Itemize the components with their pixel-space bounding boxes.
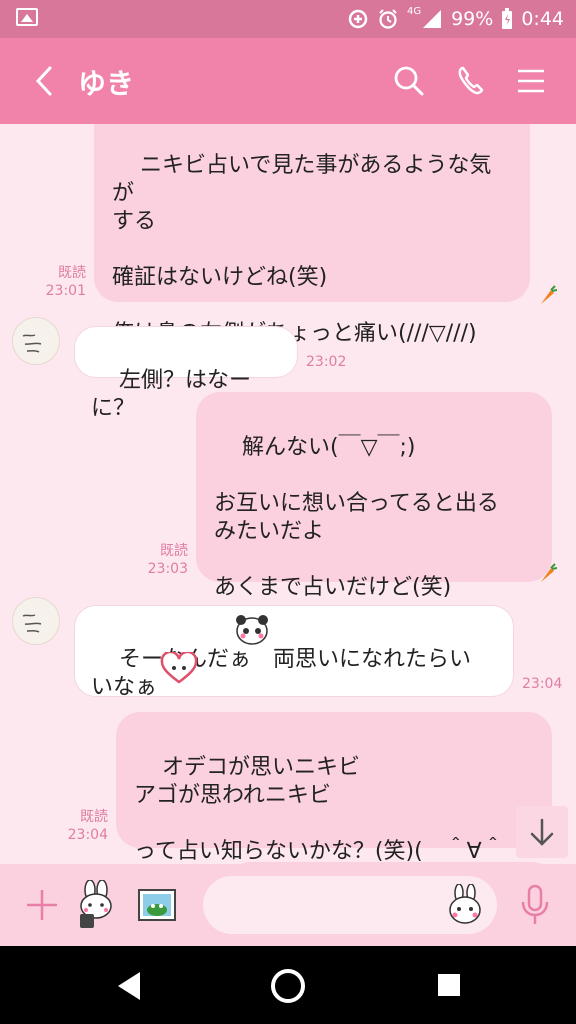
read-receipt: 既読 23:03 (142, 542, 188, 578)
phone-icon[interactable] (454, 64, 488, 98)
message-text: ニキビ占いで見た事があるような気が する 確証はないけどね(笑) 俺は鼻の左側が… (112, 153, 492, 346)
message-text: 解んない(￣▽￣;) お互いに想い合ってると出る みたいだよ あくまで占いだけど… (214, 435, 499, 600)
message-input[interactable] (203, 876, 497, 934)
chat-area[interactable]: ニキビ占いで見た事があるような気が する 確証はないけどね(笑) 俺は鼻の左側が… (0, 124, 576, 864)
read-label: 既読 (160, 543, 188, 559)
chat-header: ゆき (0, 38, 576, 124)
message-time: 23:02 (306, 354, 347, 370)
battery-icon (502, 8, 513, 29)
photo-icon[interactable] (137, 886, 177, 924)
chevron-left-icon[interactable] (30, 64, 60, 98)
plus-icon[interactable] (24, 887, 60, 923)
avatar[interactable] (12, 317, 60, 365)
arrow-down-icon (530, 818, 554, 846)
signal-icon (423, 10, 442, 28)
battery-percent: 99% (451, 8, 494, 30)
mic-icon[interactable] (520, 884, 550, 926)
read-receipt: 既読 23:04 (62, 808, 108, 844)
avatar-image (13, 598, 59, 644)
search-icon[interactable] (392, 64, 426, 98)
sticker-picker-icon[interactable] (445, 884, 485, 926)
rabbit-sticker-icon[interactable] (74, 880, 120, 930)
message-time: 23:03 (147, 561, 188, 577)
status-right: 4G 99% 0:44 (347, 6, 564, 32)
their-message-bubble[interactable]: そーなんだぁ 両思いになれたらい いなぁ (74, 605, 514, 700)
my-message-bubble[interactable]: オデコが思いニキビ アゴが思われニキビ って占い知らないかな？(笑)( ＾∀＾ (116, 712, 552, 864)
data-saver-icon (348, 9, 368, 29)
heart-emoji-icon (160, 652, 198, 684)
panda-emoji-icon (236, 615, 268, 645)
avatar-image (13, 318, 59, 364)
my-message-bubble[interactable]: 解んない(￣▽￣;) お互いに想い合ってると出る みたいだよ あくまで占いだけど… (196, 392, 552, 600)
home-circle-icon[interactable] (270, 968, 306, 1004)
carrot-emoji-icon (541, 285, 557, 304)
message-text: そーなんだぁ 両思いになれたらい いなぁ (91, 647, 471, 700)
message-time: 23:04 (67, 827, 108, 843)
system-nav-bar (0, 946, 576, 1024)
carrot-emoji-icon (541, 563, 557, 582)
network-type: 4G (406, 5, 422, 17)
image-notification-icon (16, 8, 38, 26)
recents-square-icon[interactable] (436, 972, 462, 998)
chat-title: ゆき (78, 67, 135, 100)
read-label: 既読 (80, 809, 108, 825)
avatar[interactable] (12, 597, 60, 645)
message-composer (0, 864, 576, 946)
their-message-bubble[interactable]: 左側？はなーに？ (74, 326, 298, 421)
read-label: 既読 (58, 265, 86, 281)
my-message-bubble[interactable]: ニキビ占いで見た事があるような気が する 確証はないけどね(笑) 俺は鼻の左側が… (94, 124, 530, 346)
scroll-to-bottom-button[interactable] (516, 806, 568, 858)
clock: 0:44 (521, 8, 564, 30)
message-time: 23:04 (522, 676, 563, 692)
menu-icon[interactable] (514, 64, 548, 98)
back-triangle-icon[interactable] (114, 970, 144, 1002)
alarm-icon (379, 9, 397, 29)
message-time: 23:01 (45, 283, 86, 299)
read-receipt: 既読 23:01 (40, 264, 86, 300)
message-text: オデコが思いニキビ アゴが思われニキビ って占い知らないかな？(笑)( ＾∀＾ (134, 755, 504, 864)
status-bar: 4G 99% 0:44 (0, 0, 576, 38)
